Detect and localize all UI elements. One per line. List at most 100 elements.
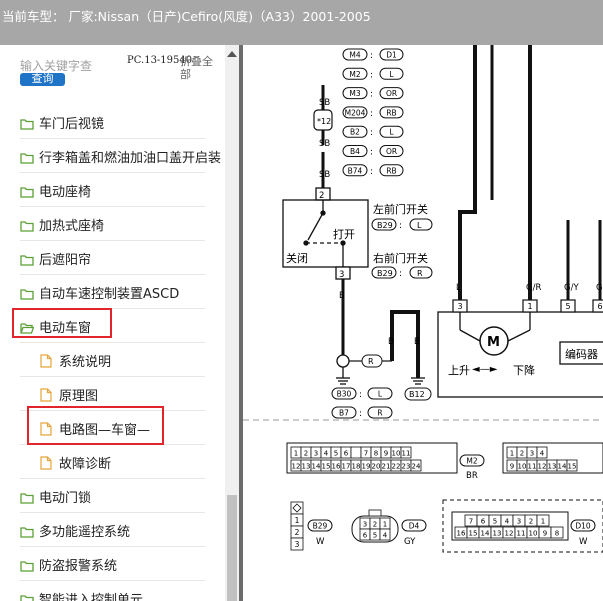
d10-pin: 2 [529, 518, 533, 526]
d10-pin: 12 [505, 530, 514, 538]
tree-item[interactable]: 电动座椅 [0, 173, 225, 207]
tree-item[interactable]: 智能进入控制单元 [0, 581, 225, 601]
m2-pin: 9 [384, 450, 388, 458]
m2-pin: 16 [332, 463, 341, 471]
connector-id: M2 [349, 70, 360, 79]
search-button[interactable]: 查询 [20, 73, 65, 86]
m2-pin: 22 [392, 463, 401, 471]
current-model-title: 当前车型： 厂家:Nissan（日产)Cefiro(风度)（A33）2001-2… [2, 9, 371, 24]
tree-item[interactable]: 系统说明 [0, 343, 225, 377]
tree-item[interactable]: 防盗报警系统 [0, 547, 225, 581]
m2-pin: 3 [314, 450, 318, 458]
scrollbar-thumb[interactable] [227, 495, 237, 601]
folder-icon [20, 285, 34, 300]
tree-item-label: 多功能遥控系统 [39, 525, 131, 540]
motor-pin: 5 [565, 302, 570, 311]
tree-item-label: 车门后视镜 [39, 117, 105, 132]
wire-color-label: G [596, 283, 603, 293]
title-bar: 当前车型： 厂家:Nissan（日产)Cefiro(风度)（A33）2001-2… [0, 0, 603, 45]
b29-pin: 3 [295, 540, 300, 549]
motor-pin: 3 [457, 302, 462, 311]
right-grid-pin: 9 [510, 463, 514, 471]
wire-b-label: B [339, 291, 345, 301]
connector-list: M4: D1M2: LM3: ORM204: RBB2: LB4: ORB74: RB [342, 48, 404, 177]
d4-pin: 5 [373, 532, 377, 540]
tree-item[interactable]: 后遮阳帘 [0, 241, 225, 275]
svg-text::: : [359, 409, 362, 419]
d10-connector-label: D10 [575, 522, 591, 531]
fuse-label: *12 [317, 117, 331, 126]
d4-pin: 1 [383, 521, 387, 529]
d10-pin: 11 [517, 530, 526, 538]
tree-item[interactable]: 自动车速控制装置ASCD [0, 275, 225, 309]
scroll-up-arrow-icon[interactable] [227, 51, 237, 57]
m2-wire-color: BR [466, 471, 478, 481]
collapse-all-link[interactable]: 折叠全部 [180, 55, 220, 81]
document-icon [40, 455, 54, 470]
m2-pin: 14 [312, 463, 321, 471]
connector-pin: OR [386, 89, 397, 98]
ground-connectors: B30: LB7: R [331, 387, 393, 419]
d10-pin: 13 [493, 530, 502, 538]
m2-pin: 21 [382, 463, 391, 471]
b29-wire-color: W [316, 537, 325, 547]
m2-pin: 19 [362, 463, 371, 471]
tree-item[interactable]: 车门后视镜 [0, 105, 225, 139]
d4-pin: 6 [363, 532, 368, 540]
wiring-diagram-page[interactable]: M4: D1 M2: L M3: OR M204: RB B2: L B4: OR B74: RB SB … [243, 45, 603, 601]
m2-pin: 15 [322, 463, 331, 471]
motor-up-label: 上升 [448, 364, 470, 377]
svg-text::: : [370, 90, 373, 100]
switch-open-label: 打开 [333, 227, 355, 241]
m2-pin: 24 [412, 463, 421, 471]
b29-connector: 1 2 3 B29 W [290, 501, 333, 551]
tree-item-label: 故障诊断 [59, 457, 112, 472]
encoder-label: 编码器 [565, 347, 598, 361]
highlight-power-window [12, 308, 112, 338]
svg-text::: : [370, 51, 373, 61]
tree-item[interactable]: 多功能遥控系统 [0, 513, 225, 547]
folder-icon [20, 591, 34, 601]
svg-text::: : [370, 109, 373, 119]
d10-pin: 5 [493, 518, 497, 526]
wire-b-label-3: B [414, 337, 420, 347]
d10-wire-color: W [579, 537, 588, 547]
front-left-conn: B29 [377, 221, 393, 230]
tree-item[interactable]: 加热式座椅 [0, 207, 225, 241]
m2-pin: 1 [294, 450, 298, 458]
wire-b-label-2: B [388, 337, 394, 347]
tree-item[interactable]: 行李箱盖和燃油加油口盖开启装 [0, 139, 225, 173]
tree-item-label: 行李箱盖和燃油加油口盖开启装 [39, 151, 222, 166]
motor-symbol: M [487, 335, 500, 350]
wire-sb-label: SB [319, 98, 330, 108]
wire-sb-label-3: SB [319, 170, 330, 180]
switch-pin-top: 2 [319, 191, 324, 201]
tree-item-label: 系统说明 [59, 355, 112, 370]
d10-pin: 16 [457, 530, 466, 538]
highlight-circuit-diagram [27, 406, 164, 445]
right-grid-pin: 13 [548, 463, 557, 471]
tree-item[interactable]: 故障诊断 [0, 445, 225, 479]
tree-item-label: 后遮阳帘 [39, 253, 92, 268]
svg-text::: : [370, 167, 373, 177]
d10-pin: 7 [469, 518, 473, 526]
document-icon [40, 353, 54, 368]
folder-icon [20, 489, 34, 504]
connector-id: M3 [349, 89, 360, 98]
tree-item-label: 加热式座椅 [39, 219, 105, 234]
connector-pin: OR [386, 147, 397, 156]
sidebar-scrollbar[interactable] [225, 45, 239, 601]
front-right-switch-label: 右前门开关 [373, 251, 428, 265]
m2-pin: 12 [292, 463, 301, 471]
m2-pin: 20 [372, 463, 381, 471]
m2-pin: 18 [352, 463, 361, 471]
d4-pin: 4 [383, 532, 388, 540]
wire-color-label: G/Y [564, 283, 579, 293]
m2-pin: 13 [302, 463, 311, 471]
right-grid-pin: 3 [530, 450, 534, 458]
m2-pin: 2 [304, 450, 308, 458]
folder-icon [20, 251, 34, 266]
tree-item-label: 智能进入控制单元 [39, 593, 144, 601]
svg-text::: : [370, 70, 373, 80]
tree-item[interactable]: 电动门锁 [0, 479, 225, 513]
